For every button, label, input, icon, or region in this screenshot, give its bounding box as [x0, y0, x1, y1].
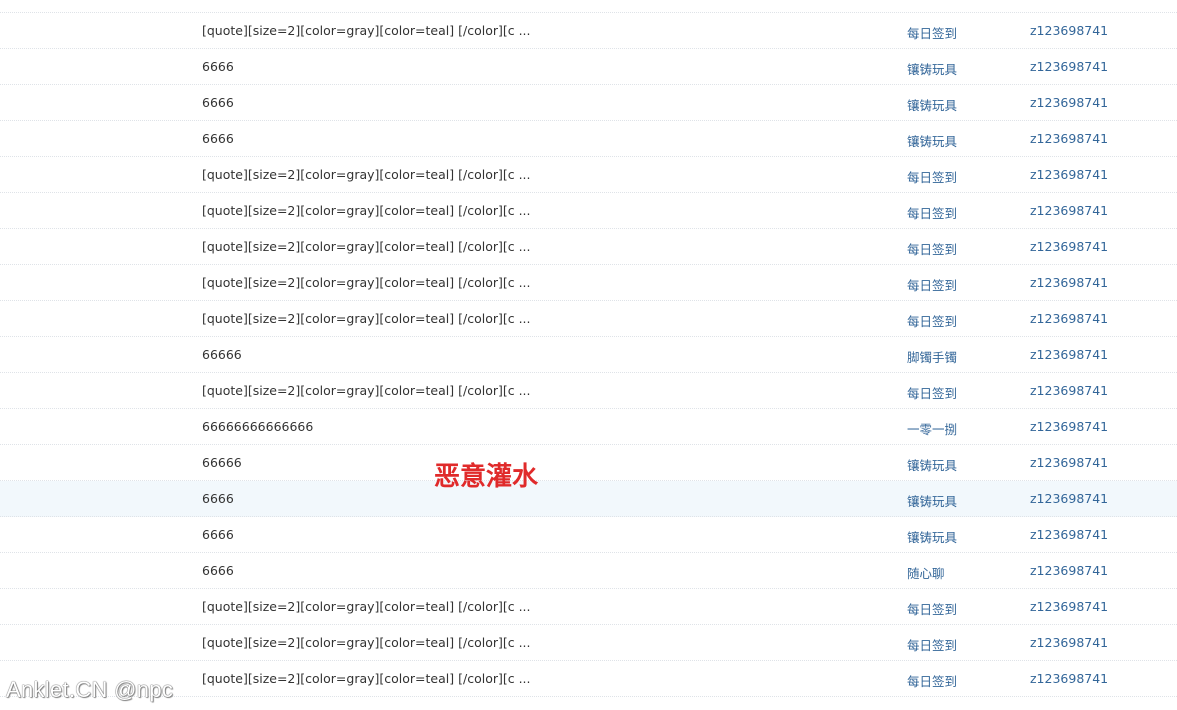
post-subject-link[interactable]: [quote][size=2][color=gray][color=teal] …: [202, 203, 531, 218]
forum-link[interactable]: 镶铸玩具: [907, 491, 957, 510]
forum-link[interactable]: 镶铸玩具: [907, 95, 957, 114]
post-subject-link[interactable]: [quote][size=2][color=gray][color=teal] …: [202, 671, 531, 686]
forum-link[interactable]: 每日签到: [907, 671, 957, 690]
post-subject-link[interactable]: [quote][size=2][color=gray][color=teal] …: [202, 275, 531, 290]
post-subject-link[interactable]: 6666: [202, 563, 234, 578]
author-link[interactable]: z123698741: [1030, 203, 1108, 218]
post-subject-link[interactable]: [quote][size=2][color=gray][color=teal] …: [202, 23, 531, 38]
table-row: 6666 镶铸玩具 z123698741: [0, 49, 1177, 85]
author-link[interactable]: z123698741: [1030, 311, 1108, 326]
author-link[interactable]: z123698741: [1030, 563, 1108, 578]
author-link[interactable]: z123698741: [1030, 419, 1108, 434]
forum-link[interactable]: 镶铸玩具: [907, 59, 957, 78]
forum-link[interactable]: 每日签到: [907, 203, 957, 222]
forum-link[interactable]: 每日签到: [907, 239, 957, 258]
table-row: 6666 随心聊 z123698741: [0, 553, 1177, 589]
post-list: [quote][size=2][color=gray][color=teal] …: [0, 0, 1177, 697]
author-link[interactable]: z123698741: [1030, 383, 1108, 398]
author-link[interactable]: z123698741: [1030, 599, 1108, 614]
post-subject-link[interactable]: 6666: [202, 491, 234, 506]
post-subject-link[interactable]: 6666: [202, 95, 234, 110]
watermark: Anklet.CN @npc: [6, 677, 174, 702]
annotation-label: 恶意灌水: [434, 462, 539, 492]
post-subject-link[interactable]: 66666: [202, 455, 242, 470]
post-subject-link[interactable]: 6666: [202, 527, 234, 542]
forum-link[interactable]: 每日签到: [907, 311, 957, 330]
forum-link[interactable]: 每日签到: [907, 599, 957, 618]
post-subject-link[interactable]: [quote][size=2][color=gray][color=teal] …: [202, 383, 531, 398]
forum-link[interactable]: 镶铸玩具: [907, 527, 957, 546]
author-link[interactable]: z123698741: [1030, 23, 1108, 38]
post-subject-link[interactable]: [quote][size=2][color=gray][color=teal] …: [202, 635, 531, 650]
table-row: 6666 镶铸玩具 z123698741: [0, 517, 1177, 553]
table-row: [quote][size=2][color=gray][color=teal] …: [0, 265, 1177, 301]
author-link[interactable]: z123698741: [1030, 455, 1108, 470]
author-link[interactable]: z123698741: [1030, 95, 1108, 110]
forum-link[interactable]: 随心聊: [907, 563, 945, 582]
post-subject-link[interactable]: [quote][size=2][color=gray][color=teal] …: [202, 599, 531, 614]
forum-link[interactable]: 每日签到: [907, 383, 957, 402]
forum-link[interactable]: 脚镯手镯: [907, 347, 957, 366]
forum-link[interactable]: 镶铸玩具: [907, 455, 957, 474]
author-link[interactable]: z123698741: [1030, 167, 1108, 182]
table-row: 66666 脚镯手镯 z123698741: [0, 337, 1177, 373]
table-row: [quote][size=2][color=gray][color=teal] …: [0, 661, 1177, 697]
forum-link[interactable]: 每日签到: [907, 275, 957, 294]
author-link[interactable]: z123698741: [1030, 239, 1108, 254]
author-link[interactable]: z123698741: [1030, 59, 1108, 74]
post-subject-link[interactable]: [quote][size=2][color=gray][color=teal] …: [202, 311, 531, 326]
table-row: [quote][size=2][color=gray][color=teal] …: [0, 193, 1177, 229]
table-row: 66666 镶铸玩具 z123698741: [0, 445, 1177, 481]
post-subject-link[interactable]: 6666: [202, 59, 234, 74]
table-row: 6666 镶铸玩具 z123698741: [0, 85, 1177, 121]
post-subject-link[interactable]: [quote][size=2][color=gray][color=teal] …: [202, 239, 531, 254]
forum-link[interactable]: 一零一捌: [907, 419, 957, 438]
forum-link[interactable]: 每日签到: [907, 167, 957, 186]
author-link[interactable]: z123698741: [1030, 671, 1108, 686]
post-subject-link[interactable]: [quote][size=2][color=gray][color=teal] …: [202, 167, 531, 182]
author-link[interactable]: z123698741: [1030, 275, 1108, 290]
forum-link[interactable]: 每日签到: [907, 23, 957, 42]
page: [quote][size=2][color=gray][color=teal] …: [0, 0, 1177, 710]
table-row: [quote][size=2][color=gray][color=teal] …: [0, 157, 1177, 193]
table-row: 6666 镶铸玩具 z123698741: [0, 121, 1177, 157]
forum-link[interactable]: 每日签到: [907, 635, 957, 654]
author-link[interactable]: z123698741: [1030, 635, 1108, 650]
table-row: [quote][size=2][color=gray][color=teal] …: [0, 301, 1177, 337]
table-row: [quote][size=2][color=gray][color=teal] …: [0, 13, 1177, 49]
author-link[interactable]: z123698741: [1030, 347, 1108, 362]
author-link[interactable]: z123698741: [1030, 527, 1108, 542]
forum-link[interactable]: 镶铸玩具: [907, 131, 957, 150]
table-row: [quote][size=2][color=gray][color=teal] …: [0, 373, 1177, 409]
list-top-divider: [0, 0, 1177, 13]
author-link[interactable]: z123698741: [1030, 131, 1108, 146]
table-row: 66666666666666 一零一捌 z123698741: [0, 409, 1177, 445]
table-row: [quote][size=2][color=gray][color=teal] …: [0, 589, 1177, 625]
table-row: [quote][size=2][color=gray][color=teal] …: [0, 229, 1177, 265]
post-subject-link[interactable]: 6666: [202, 131, 234, 146]
author-link[interactable]: z123698741: [1030, 491, 1108, 506]
post-rows: [quote][size=2][color=gray][color=teal] …: [0, 13, 1177, 697]
post-subject-link[interactable]: 66666666666666: [202, 419, 313, 434]
table-row: 6666 镶铸玩具 z123698741: [0, 481, 1177, 517]
post-subject-link[interactable]: 66666: [202, 347, 242, 362]
table-row: [quote][size=2][color=gray][color=teal] …: [0, 625, 1177, 661]
